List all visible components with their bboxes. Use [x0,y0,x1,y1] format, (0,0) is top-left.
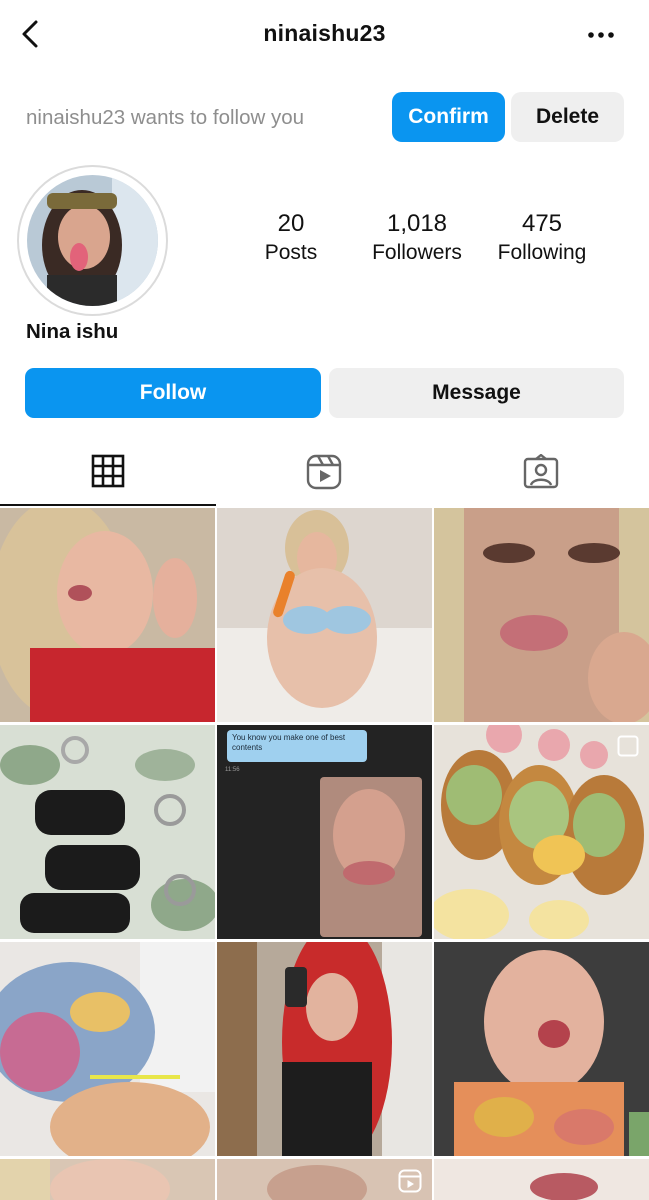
tab-tagged[interactable] [432,440,649,506]
post-thumbnail[interactable] [217,1159,432,1200]
profile-tabs [0,440,649,506]
post-thumbnail[interactable] [434,508,649,722]
profile-display-name: Nina ishu [26,320,119,343]
confirm-button[interactable]: Confirm [392,92,505,142]
post-thumbnail[interactable]: You know you make one of best contents 1… [217,725,432,939]
following-label: Following [497,241,587,264]
tagged-icon [523,454,558,489]
post-thumbnail[interactable] [0,508,215,722]
post-thumbnail[interactable] [0,1159,215,1200]
tab-posts-grid[interactable] [0,440,216,506]
post-thumbnail[interactable] [217,942,432,1156]
reels-icon [306,454,342,490]
posts-label: Posts [264,241,318,264]
message-button[interactable]: Message [329,368,624,418]
top-bar: ninaishu23 [0,0,649,70]
post-thumbnail[interactable] [434,725,649,939]
following-count: 475 [521,210,563,237]
following-stat[interactable]: 475 Following [486,210,598,268]
tab-reels[interactable] [216,440,432,506]
more-horizontal-icon [588,32,614,38]
avatar-image [27,175,158,306]
followers-count: 1,018 [386,210,448,237]
follow-button[interactable]: Follow [25,368,321,418]
posts-stat[interactable]: 20 Posts [255,210,327,268]
reel-icon [398,1169,422,1193]
page-title: ninaishu23 [263,20,386,46]
more-options-button[interactable] [583,20,619,50]
follow-request-text: ninaishu23 wants to follow you [26,106,305,129]
post-thumbnail[interactable] [434,942,649,1156]
follow-request-row: ninaishu23 wants to follow you Confirm D… [0,88,649,146]
post-thumbnail[interactable] [0,725,215,939]
post-thumbnail[interactable] [0,942,215,1156]
chat-message-time: 11:56 [225,767,240,773]
followers-label: Followers [372,241,462,264]
delete-button[interactable]: Delete [511,92,624,142]
followers-stat[interactable]: 1,018 Followers [362,210,472,268]
chat-message-text: You know you make one of best contents [232,733,346,752]
multiple-posts-icon [617,735,639,757]
posts-count: 20 [277,210,305,237]
grid-icon [91,454,125,488]
post-thumbnail[interactable] [434,1159,649,1200]
post-thumbnail[interactable] [217,508,432,722]
avatar[interactable] [17,165,168,316]
